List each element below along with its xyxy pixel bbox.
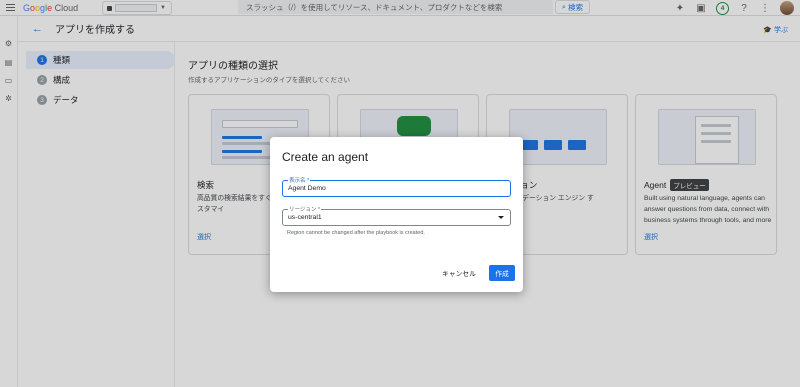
cancel-button[interactable]: キャンセル [442,268,476,278]
display-name-value: Agent Demo [288,185,326,192]
create-agent-dialog: Create an agent 表示名 * Agent Demo リージョン *… [270,137,523,292]
region-hint: Region cannot be changed after the playb… [287,230,425,236]
region-value: us-central1 [288,214,322,221]
create-button[interactable]: 作成 [489,265,515,281]
dropdown-caret-icon [498,216,504,219]
region-select[interactable]: リージョン * us-central1 [282,205,511,226]
display-name-field[interactable]: 表示名 * Agent Demo [282,176,511,197]
dialog-title: Create an agent [282,150,369,164]
display-name-label: 表示名 * [288,176,311,184]
region-label: リージョン * [288,205,322,213]
